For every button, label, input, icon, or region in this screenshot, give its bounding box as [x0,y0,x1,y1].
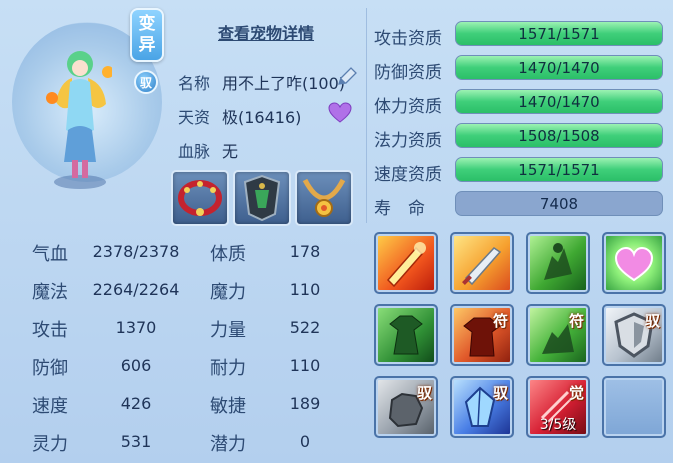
aptitude-value: 1571/1571 [518,24,600,43]
speed-label: 速度 [32,396,68,417]
aptitude-label: 速度资质 [374,165,442,185]
skill-slot[interactable] [374,232,438,294]
strength-label: 力量 [210,320,246,341]
divider [366,8,367,223]
potential-value: 0 [299,432,311,451]
magic-label: 魔力 [210,282,246,303]
aptitude-value: 1571/1571 [518,160,600,179]
heart-shield-icon [614,246,654,282]
skill-slot[interactable]: 符 [450,304,514,366]
strength-value: 522 [289,318,321,337]
defense-label: 防御 [32,358,68,379]
hp-value: 2378/2378 [92,242,180,261]
name-label: 名称 [178,74,211,93]
mp-value: 2264/2264 [92,280,180,299]
endurance-value: 110 [289,356,321,375]
pet-panel: 变 异 驭 查看宠物详情 名称 用不上了咋(100) 天资 极(16416) 血… [0,0,673,463]
skill-slot[interactable] [450,232,514,294]
aptitude-bar: 1571/1571 [455,157,663,182]
aptitude-value: 1470/1470 [518,92,600,111]
collar-item-icon [178,180,222,216]
pet-character-image [46,51,112,189]
skill-slot[interactable]: 驭 [450,376,514,438]
armor-item-icon [243,174,281,222]
agility-label: 敏捷 [210,396,246,417]
skill-slot[interactable] [526,232,590,294]
attack-label: 攻击 [32,320,68,341]
flame-sword-icon [386,242,426,288]
talent-value: 极(16416) [222,108,302,127]
aptitude-label: 防御资质 [374,63,442,83]
aptitude-value: 1470/1470 [518,58,600,77]
skill-slot[interactable] [374,304,438,366]
skill-slot[interactable]: 驭 [602,304,666,366]
heart-icon[interactable] [328,102,352,124]
aptitude-bar: 1508/1508 [455,123,663,148]
constitution-label: 体质 [210,244,246,265]
equip-slot-collar[interactable] [171,170,229,226]
transform-tag-char-2: 异 [138,35,156,55]
bloodline-row: 血脉 无 [178,138,238,162]
view-pet-details-link[interactable]: 查看宠物详情 [218,20,314,44]
skill-mark: 驭 [416,384,432,402]
aptitude-bar: 1470/1470 [455,89,663,114]
hp-label: 气血 [32,244,68,265]
holy-sword-icon [462,247,502,286]
agility-value: 189 [289,394,321,413]
speed-value: 426 [120,394,152,413]
skill-slot[interactable] [602,232,666,294]
shadow-strike-icon [544,243,572,280]
skill-slot[interactable]: 觉 3/5级 [526,376,590,438]
magic-value: 110 [289,280,321,299]
necklace-item-icon [302,178,346,217]
mp-label: 魔法 [32,282,68,303]
bound-badge[interactable]: 驭 [134,70,158,94]
skill-level: 3/5级 [539,417,577,433]
aptitude-label: 体力资质 [374,97,442,117]
name-value: 用不上了咋(100) [222,74,346,93]
equip-slot-armor[interactable] [233,170,291,226]
defense-value: 606 [120,356,152,375]
aptitude-value: 1508/1508 [518,126,600,145]
lifespan-bar: 7408 [455,191,663,216]
aptitude-label: 攻击资质 [374,29,442,49]
green-warrior-icon [389,315,423,355]
endurance-label: 耐力 [210,358,246,379]
potential-label: 潜力 [210,434,246,455]
skill-slot[interactable]: 驭 [374,376,438,438]
name-row: 名称 用不上了咋(100) [178,70,345,94]
talent-label: 天资 [178,108,211,127]
skill-slot[interactable]: 符 [526,304,590,366]
constitution-value: 178 [289,242,321,261]
skill-slot[interactable] [602,376,666,438]
equip-slot-necklace[interactable] [295,170,353,226]
aptitude-label: 法力资质 [374,131,442,151]
skill-mark: 觉 [568,384,584,402]
transform-tag-char-1: 变 [138,14,156,34]
lifespan-value: 7408 [539,194,579,213]
bloodline-label: 血脉 [178,142,211,161]
skill-mark: 驭 [644,312,660,330]
spirit-value: 531 [120,432,152,451]
bloodline-value: 无 [222,142,239,161]
skill-mark: 驭 [492,384,508,402]
skill-mark: 符 [492,312,508,330]
aptitude-bar: 1571/1571 [455,21,663,46]
skill-mark: 符 [568,312,584,330]
aptitude-bar: 1470/1470 [455,55,663,80]
transform-tag[interactable]: 变 异 [130,8,164,62]
attack-value: 1370 [115,318,157,337]
edit-name-icon[interactable] [336,66,358,88]
lifespan-label: 寿 命 [374,199,425,219]
talent-row: 天资 极(16416) [178,104,301,128]
spirit-label: 灵力 [32,434,68,455]
